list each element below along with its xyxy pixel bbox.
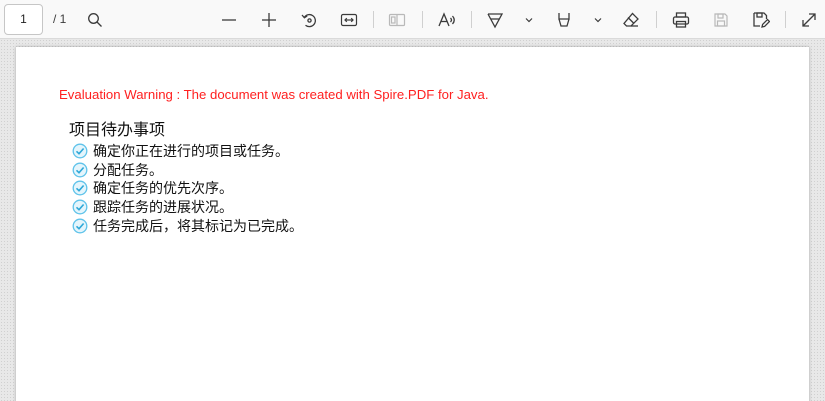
page-view-icon (388, 13, 406, 26)
checkbox-checked-icon (72, 181, 88, 196)
list-item-text: 任务完成后，将其标记为已完成。 (93, 218, 303, 235)
page-number-input[interactable]: 1 (4, 4, 43, 35)
save-icon (714, 12, 728, 27)
toolbar-separator (373, 11, 374, 28)
rotate-icon (301, 13, 316, 27)
save-as-button[interactable] (750, 0, 772, 39)
highlight-icon (558, 12, 570, 27)
list-item: 确定任务的优先次序。 (72, 179, 303, 198)
zoom-in-button[interactable] (258, 0, 280, 39)
toolbar-separator (471, 11, 472, 28)
toolbar-separator (785, 11, 786, 28)
read-aloud-button[interactable] (436, 0, 458, 39)
search-button[interactable] (84, 0, 106, 39)
list-item: 跟踪任务的进展状况。 (72, 198, 303, 217)
list-item: 分配任务。 (72, 161, 303, 180)
save-as-icon (753, 11, 770, 28)
toolbar: 1 / 1 (0, 0, 825, 39)
zoom-out-icon (222, 18, 236, 21)
pdf-viewer: 1 / 1 Evaluation Warning: The document … (0, 0, 825, 401)
list-item-text: 分配任务。 (93, 162, 163, 179)
toolbar-separator (656, 11, 657, 28)
checkbox-checked-icon (72, 199, 88, 215)
pdf-page: Evaluation Warning : The document was cr… (16, 47, 809, 401)
search-icon (88, 12, 102, 27)
draw-button[interactable] (484, 0, 506, 39)
expand-icon (802, 12, 816, 27)
list-item-text: 确定任务的优先次序。 (93, 181, 233, 198)
highlight-button[interactable] (553, 0, 575, 39)
document-title: 项目待办事项 (69, 120, 166, 139)
checkbox-checked-icon (72, 143, 88, 159)
highlight-options-dropdown[interactable] (590, 0, 606, 39)
save-button[interactable] (710, 0, 732, 39)
list-item: 任务完成后，将其标记为已完成。 (72, 216, 303, 235)
fit-width-button[interactable] (338, 0, 360, 39)
eraser-icon (623, 12, 639, 27)
draw-icon (487, 12, 504, 28)
chevron-down-icon (594, 17, 602, 22)
eraser-button[interactable] (620, 0, 642, 39)
read-aloud-icon (438, 11, 455, 26)
toolbar-separator (422, 11, 423, 28)
checkbox-checked-icon (72, 218, 88, 234)
zoom-in-icon (262, 12, 276, 27)
chevron-down-icon (525, 17, 533, 22)
page-total: / 1 (53, 12, 67, 26)
draw-options-dropdown[interactable] (521, 0, 537, 39)
zoom-out-button[interactable] (218, 0, 240, 39)
expand-button[interactable] (798, 0, 820, 39)
checkbox-checked-icon (72, 162, 88, 178)
print-icon (672, 11, 690, 28)
print-button[interactable] (670, 0, 692, 39)
rotate-button[interactable] (298, 0, 320, 39)
evaluation-warning: Evaluation Warning : The document was cr… (59, 87, 489, 102)
todo-list: 确定你正在进行的项目或任务。 分配任务。 确定任务的优先次序。 跟踪任务的进展状… (72, 142, 303, 235)
list-item: 确定你正在进行的项目或任务。 (72, 142, 303, 161)
list-item-text: 跟踪任务的进展状况。 (93, 200, 233, 217)
page-view-button[interactable] (386, 0, 408, 39)
list-item-text: 确定你正在进行的项目或任务。 (93, 144, 289, 161)
fit-width-icon (340, 13, 358, 26)
